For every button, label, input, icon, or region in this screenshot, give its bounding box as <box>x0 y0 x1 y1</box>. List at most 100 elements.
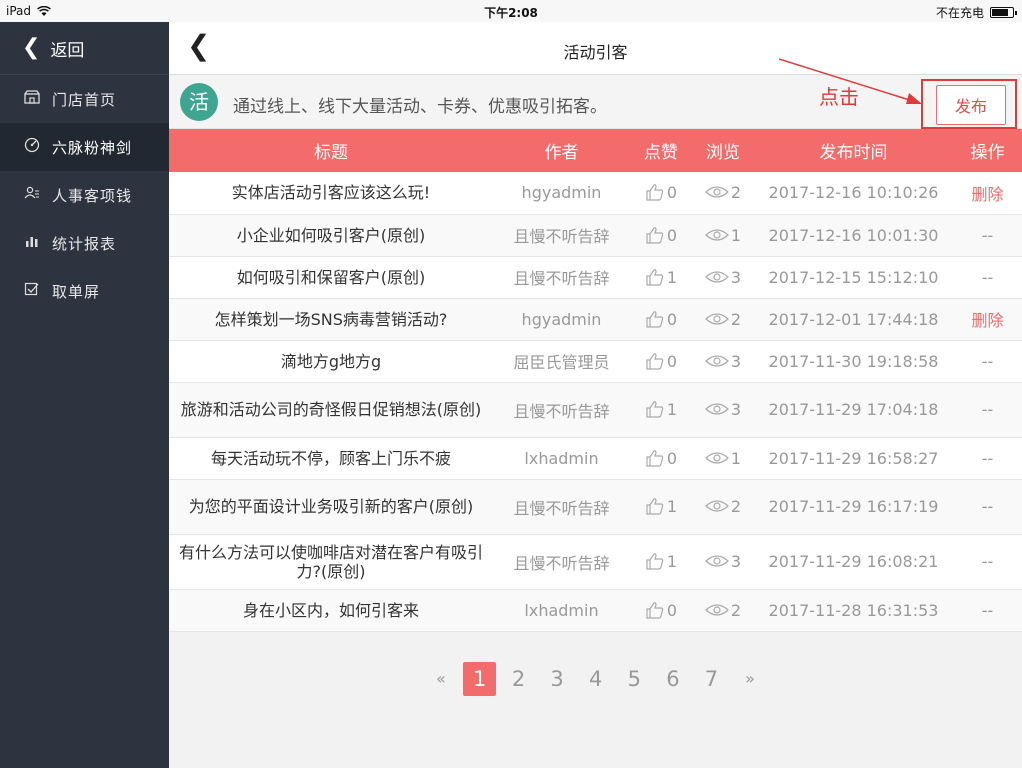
row-time: 2017-11-29 16:17:19 <box>768 497 939 516</box>
chevron-left-icon: ❮ <box>22 35 41 60</box>
checkbox-icon <box>22 282 42 300</box>
row-likes: 0 <box>630 340 692 382</box>
target-icon <box>22 137 42 157</box>
delete-link[interactable]: 删除 <box>953 298 1022 340</box>
sidebar-item-label: 人事客项钱 <box>52 186 133 205</box>
table-row[interactable]: 旅游和活动公司的奇怪假日促销想法(原创) 且慢不听告辞 1 3 2017-11-29 1… <box>169 382 1022 437</box>
views-count: 2 <box>730 600 742 620</box>
row-time: 2017-12-16 10:01:30 <box>768 225 939 245</box>
thumbs-up-icon <box>646 449 664 467</box>
row-time: 2017-11-29 17:04:18 <box>768 400 939 419</box>
views-count: 3 <box>730 267 742 287</box>
people-icon <box>22 186 42 204</box>
row-time: 2017-12-15 15:12:10 <box>768 267 939 287</box>
row-likes: 0 <box>630 214 692 256</box>
status-bar: iPad 下午2:08 不在充电 <box>0 0 1022 22</box>
row-views: 1 <box>692 214 754 256</box>
row-author: 且慢不听告辞 <box>513 401 610 421</box>
sidebar-item-order-screen[interactable]: 取单屏 <box>0 267 169 315</box>
likes-count: 0 <box>666 351 678 371</box>
pagination-next[interactable]: » <box>731 662 770 696</box>
row-title[interactable]: 如何吸引和保留客户(原创) <box>169 256 493 298</box>
sidebar-item-store-home[interactable]: 门店首页 <box>0 75 169 123</box>
row-title[interactable]: 滴地方g地方g <box>169 340 493 382</box>
row-time: 2017-11-29 16:58:27 <box>768 448 939 468</box>
row-title[interactable]: 身在小区内，如何引客来 <box>169 589 493 631</box>
row-author: 且慢不听告辞 <box>513 498 610 518</box>
charging-status: 不在充电 <box>935 6 984 20</box>
row-author: 且慢不听告辞 <box>513 553 610 573</box>
row-author: 且慢不听告辞 <box>513 269 610 288</box>
thumbs-up-icon <box>646 184 664 201</box>
table-header-row: 标题 作者 点赞 浏览 发布时间 操作 <box>169 129 1022 172</box>
eye-icon <box>705 500 729 512</box>
action-placeholder: -- <box>981 267 994 287</box>
sidebar-item-liumai[interactable]: 六脉粉神剑 <box>0 123 169 171</box>
eye-icon <box>705 228 729 241</box>
pagination-page[interactable]: 2 <box>499 662 538 696</box>
eye-icon <box>705 186 729 198</box>
table-row[interactable]: 实体店活动引客应该这么玩! hgyadmin 0 2 2017-12-16 10:10:… <box>169 172 1022 214</box>
store-icon <box>22 90 42 108</box>
table-row[interactable]: 怎样策划一场SNS病毒营销活动? hgyadmin 0 2 2017-12-01 17:… <box>169 298 1022 340</box>
action-placeholder: -- <box>981 600 994 620</box>
row-title[interactable]: 小企业如何吸引客户(原创) <box>169 214 493 256</box>
table-row[interactable]: 滴地方g地方g 屈臣氏管理员 0 3 2017-11-30 19:18:58 -- <box>169 340 1022 382</box>
action-placeholder: -- <box>981 351 994 371</box>
row-views: 3 <box>692 534 754 589</box>
row-time: 2017-11-28 16:31:53 <box>768 600 939 620</box>
pagination-page[interactable]: 4 <box>576 662 615 696</box>
column-header-author: 作者 <box>544 143 579 163</box>
likes-count: 1 <box>666 552 678 571</box>
activity-table: 标题 作者 点赞 浏览 发布时间 操作 实体店活动引客应该这么玩! hgyadmi… <box>169 129 1022 632</box>
sidebar-back-button[interactable]: ❮ 返回 <box>0 22 169 75</box>
row-title[interactable]: 实体店活动引客应该这么玩! <box>169 172 493 214</box>
table-row[interactable]: 为您的平面设计业务吸引新的客户(原创) 且慢不听告辞 1 2 2017-11-29 16… <box>169 479 1022 534</box>
views-count: 3 <box>730 351 742 371</box>
row-title[interactable]: 有什么方法可以使咖啡店对潜在客户有吸引力?(原创) <box>169 534 493 589</box>
row-title[interactable]: 每天活动玩不停，顾客上门乐不疲 <box>169 437 493 479</box>
delete-link[interactable]: 删除 <box>953 172 1022 214</box>
pagination-page[interactable]: 1 <box>463 662 497 696</box>
table-row[interactable]: 每天活动玩不停，顾客上门乐不疲 lxhadmin 0 1 2017-11-29 16:5… <box>169 437 1022 479</box>
sidebar-item-label: 门店首页 <box>52 90 117 109</box>
sidebar: ❮ 返回 门店首页 六脉粉神剑 人事客项钱 统计报表 取单屏 <box>0 22 169 768</box>
row-title[interactable]: 为您的平面设计业务吸引新的客户(原创) <box>169 479 493 534</box>
table-row[interactable]: 小企业如何吸引客户(原创) 且慢不听告辞 0 1 2017-12-16 10:01:30… <box>169 214 1022 256</box>
row-likes: 1 <box>630 534 692 589</box>
pagination-page[interactable]: 7 <box>692 662 731 696</box>
table-row[interactable]: 身在小区内，如何引客来 lxhadmin 0 2 2017-11-28 16:31:53… <box>169 589 1022 631</box>
sidebar-item-staff[interactable]: 人事客项钱 <box>0 171 169 219</box>
column-header-action: 操作 <box>970 143 1005 163</box>
row-author: hgyadmin <box>521 309 602 329</box>
row-author: lxhadmin <box>524 600 599 620</box>
table-row[interactable]: 如何吸引和保留客户(原创) 且慢不听告辞 1 3 2017-12-15 15:12:10… <box>169 256 1022 298</box>
main-content: ❮ 活动引客 活 通过线上、线下大量活动、卡券、优惠吸引拓客。 点击 发布 标题… <box>169 22 1022 768</box>
thumbs-up-icon <box>646 553 664 570</box>
pagination: «1 2 3 4 5 6 7» <box>169 662 1022 696</box>
row-title[interactable]: 怎样策划一场SNS病毒营销活动? <box>169 298 493 340</box>
pagination-page[interactable]: 5 <box>615 662 654 696</box>
sidebar-item-reports[interactable]: 统计报表 <box>0 219 169 267</box>
eye-icon <box>705 354 729 367</box>
annotation-click-label: 点击 <box>819 85 859 109</box>
pagination-prev[interactable]: « <box>422 662 461 696</box>
row-time: 2017-11-29 16:08:21 <box>768 552 939 571</box>
column-header-title: 标题 <box>314 143 348 163</box>
table-row[interactable]: 有什么方法可以使咖啡店对潜在客户有吸引力?(原创) 且慢不听告辞 1 3 2017-11… <box>169 534 1022 589</box>
row-views: 3 <box>692 340 754 382</box>
likes-count: 0 <box>666 600 678 620</box>
action-placeholder: -- <box>981 497 994 516</box>
thumbs-up-icon <box>646 401 664 418</box>
row-author: 屈臣氏管理员 <box>513 353 610 372</box>
row-likes: 0 <box>630 437 692 479</box>
pagination-page[interactable]: 3 <box>538 662 577 696</box>
row-likes: 1 <box>630 479 692 534</box>
row-title[interactable]: 旅游和活动公司的奇怪假日促销想法(原创) <box>169 382 493 437</box>
publish-button[interactable]: 发布 <box>936 85 1006 125</box>
thumbs-up-icon <box>646 226 664 244</box>
eye-icon <box>705 403 729 415</box>
pagination-page[interactable]: 6 <box>654 662 693 696</box>
views-count: 2 <box>730 497 742 516</box>
thumbs-up-icon <box>646 352 664 370</box>
